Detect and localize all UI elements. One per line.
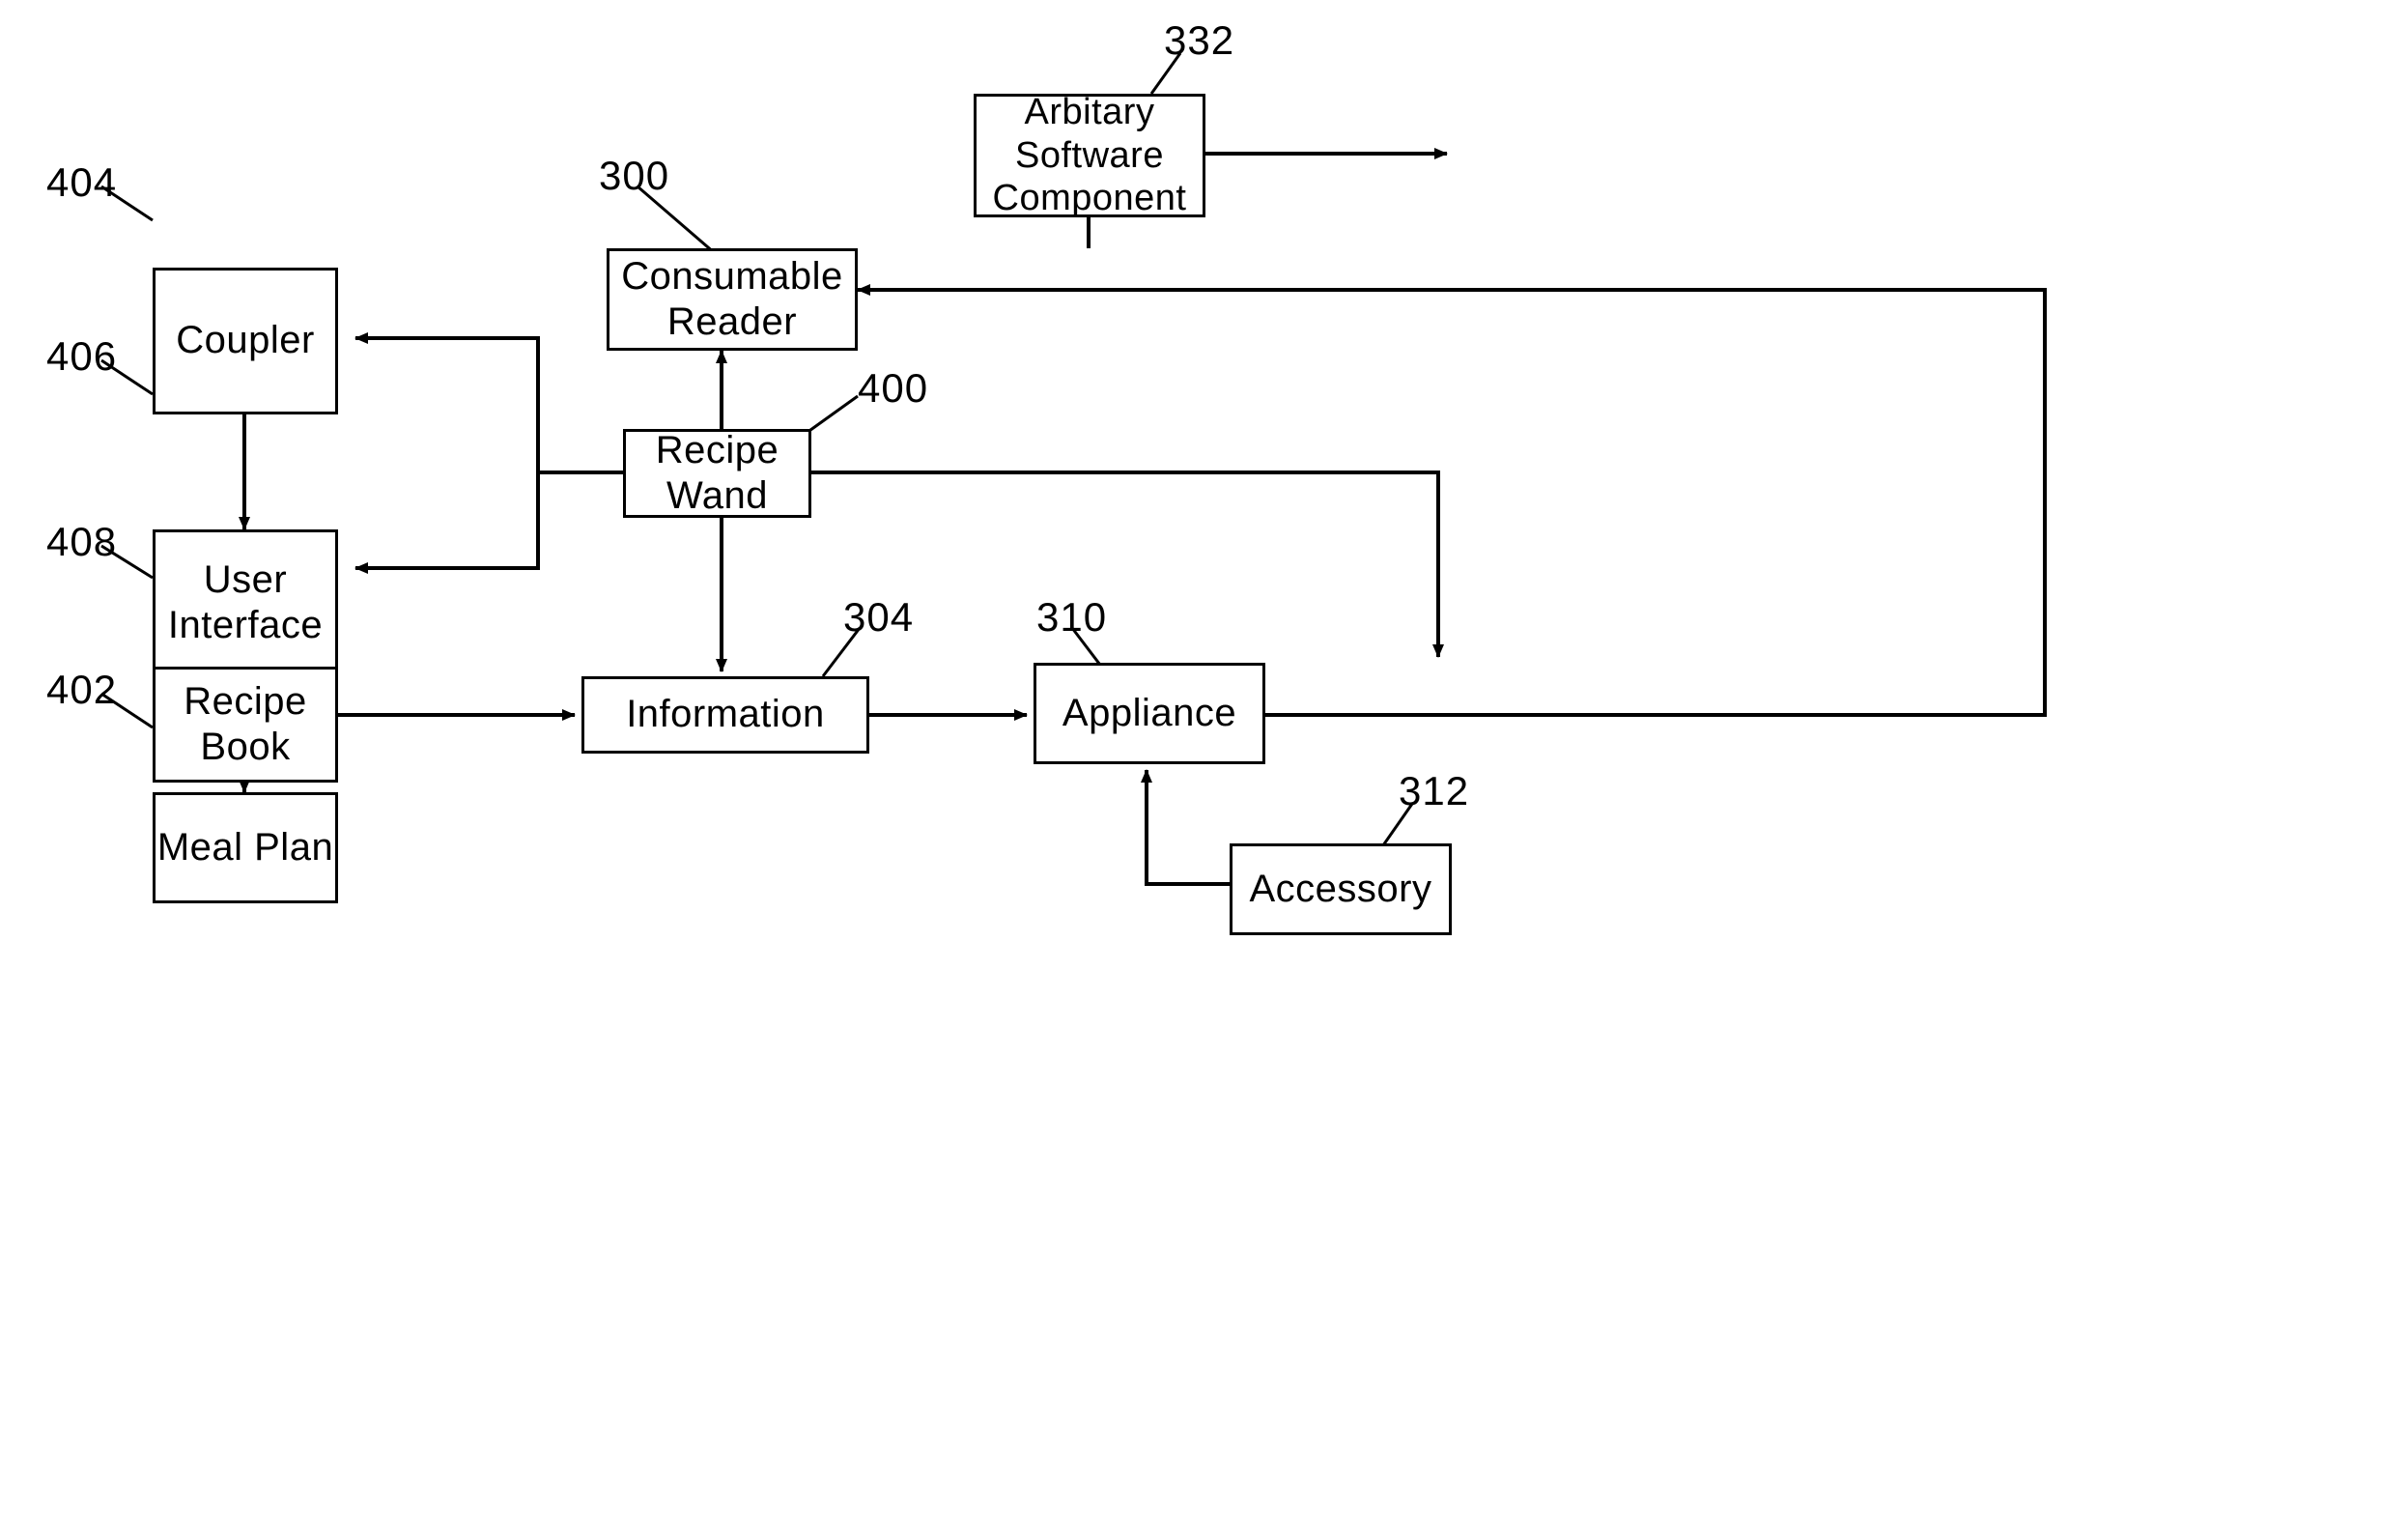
ref-number-404: 404 — [46, 159, 118, 205]
node-recipe-book[interactable]: Recipe Book — [153, 667, 338, 783]
node-arbitary-software-component[interactable]: Arbitary Software Component — [974, 91, 1205, 219]
node-information-label: Information — [626, 693, 825, 736]
ref-number-408: 408 — [46, 519, 118, 564]
ref-number-400: 400 — [858, 365, 929, 411]
node-coupler[interactable]: Coupler — [153, 268, 338, 414]
node-appliance-label: Appliance — [1062, 691, 1237, 734]
edge-accessory-to-appliance — [1141, 769, 1230, 886]
ref-number-312: 312 — [1399, 768, 1470, 813]
node-coupler-label: Coupler — [176, 319, 315, 362]
edge-recipe-wand-to-coupler — [354, 332, 623, 474]
node-information[interactable]: Information — [581, 676, 869, 754]
node-user-interface-label: User Interface — [167, 557, 324, 646]
node-appliance[interactable]: Appliance — [1034, 663, 1265, 764]
connector-layer — [100, 52, 2047, 886]
ref-number-310: 310 — [1036, 594, 1108, 640]
node-recipe-wand[interactable]: Recipe Wand — [623, 429, 811, 518]
node-meal-plan[interactable]: Meal Plan — [153, 792, 338, 903]
ref-number-406: 406 — [46, 333, 118, 379]
node-consumable-reader[interactable]: Consumable Reader — [607, 248, 858, 351]
node-user-interface[interactable]: User Interface — [153, 529, 338, 676]
ref-number-304: 304 — [843, 594, 915, 640]
ref-number-402: 402 — [46, 667, 118, 712]
edge-recipe-wand-to-meal-plan — [354, 472, 540, 574]
ref-number-332: 332 — [1164, 17, 1235, 63]
edge-appliance-to-consumable-reader — [857, 284, 2047, 717]
node-recipe-book-label: Recipe Book — [184, 679, 307, 768]
node-meal-plan-label: Meal Plan — [156, 825, 334, 869]
node-consumable-reader-label: Consumable Reader — [621, 254, 843, 343]
node-accessory[interactable]: Accessory — [1230, 843, 1452, 935]
node-accessory-label: Accessory — [1249, 867, 1432, 910]
node-arbitary-software-component-label: Arbitary Software Component — [992, 91, 1187, 219]
node-recipe-wand-label: Recipe Wand — [655, 428, 779, 517]
leader-400 — [806, 394, 859, 435]
ref-number-300: 300 — [599, 153, 670, 198]
diagram-canvas: Coupler User Interface Meal Plan Recipe … — [0, 0, 2408, 1540]
